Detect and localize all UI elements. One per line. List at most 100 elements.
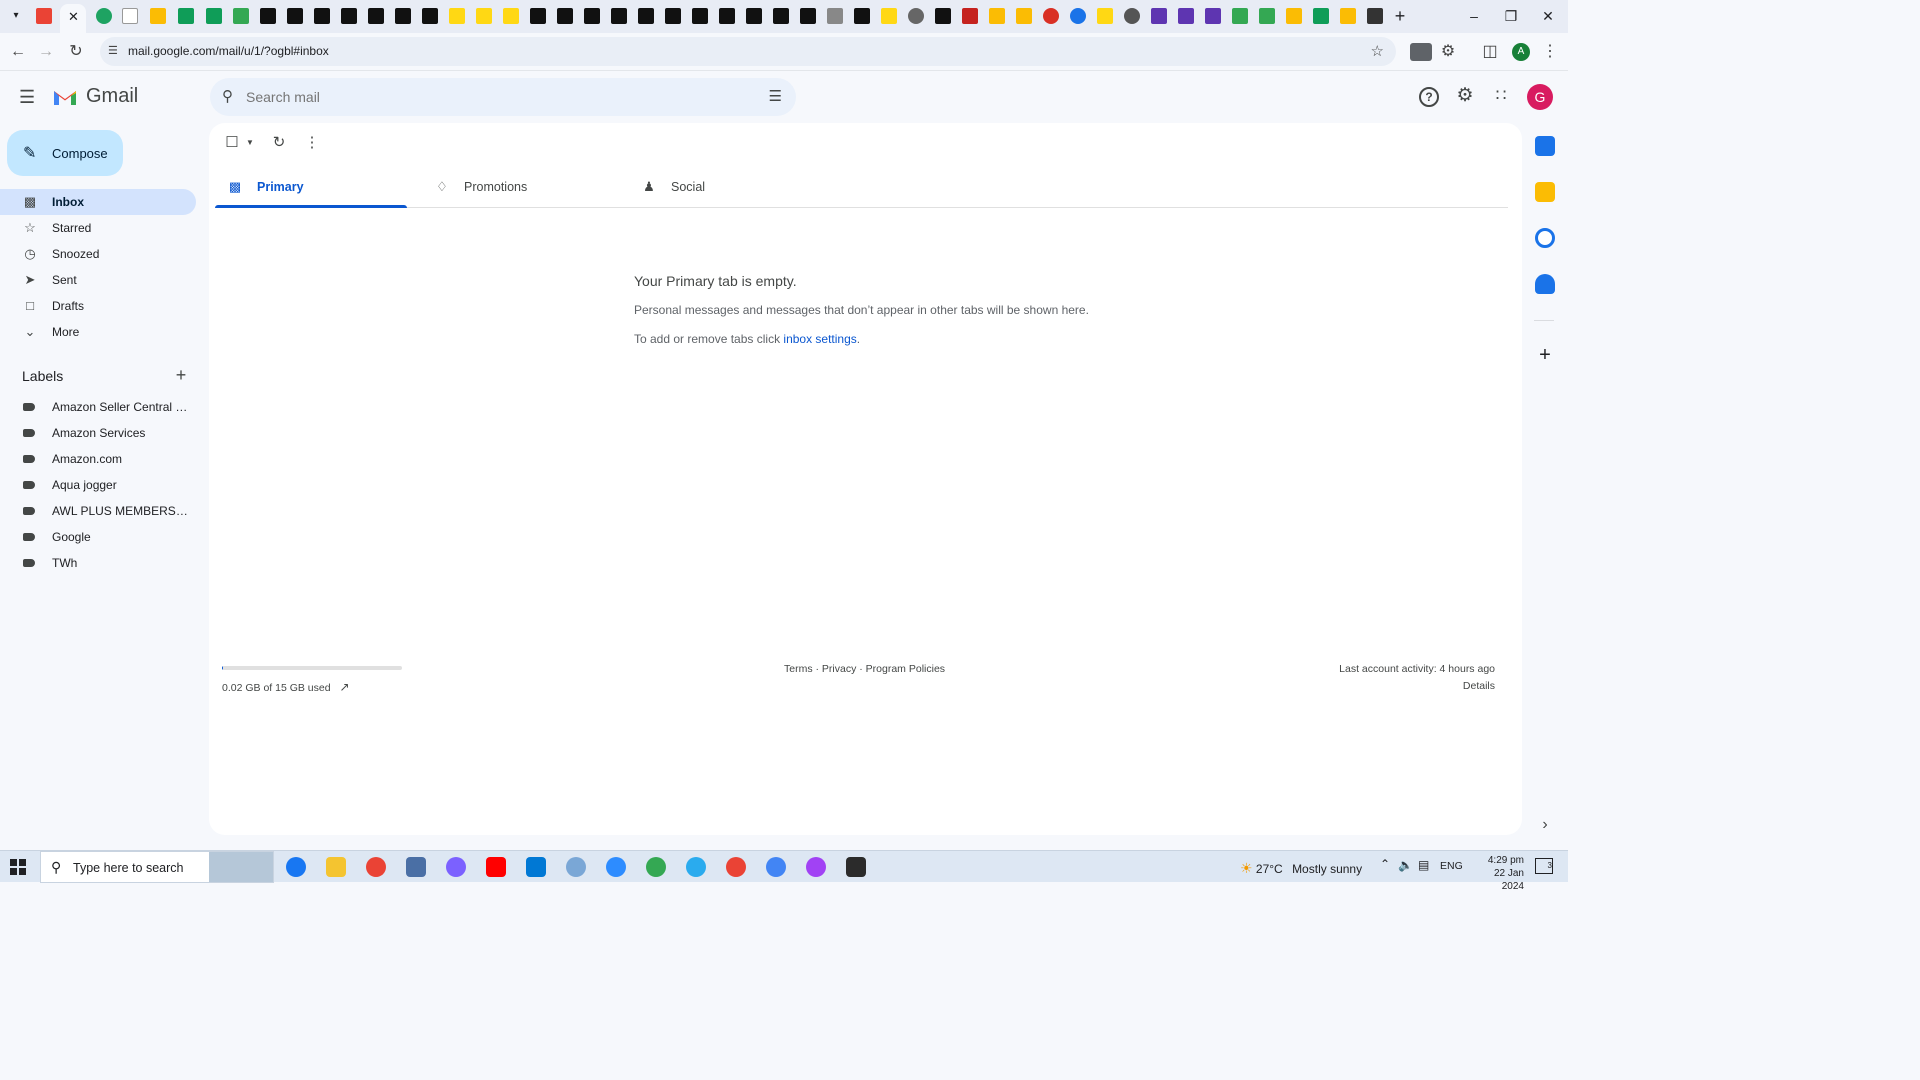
tab-icon[interactable] bbox=[962, 8, 978, 24]
tab-promotions[interactable]: ♢ Promotions bbox=[422, 167, 614, 209]
select-all-checkbox[interactable]: ☐ bbox=[222, 133, 242, 153]
facebook-app-icon[interactable] bbox=[286, 857, 306, 877]
search-bar[interactable]: ⚲ ☰ bbox=[210, 78, 796, 116]
tab-icon[interactable] bbox=[908, 8, 924, 24]
extension-icon[interactable] bbox=[1410, 43, 1432, 61]
amazon-tab-icon[interactable] bbox=[638, 8, 654, 24]
label-item[interactable]: Amazon Seller Central N... bbox=[0, 394, 196, 420]
amazon-tab-icon[interactable] bbox=[260, 8, 276, 24]
active-tab[interactable]: ✕ bbox=[60, 4, 86, 33]
side-panel-icon[interactable]: ◫ bbox=[1480, 42, 1500, 62]
amazon-tab-icon[interactable] bbox=[881, 8, 897, 24]
tab-icon[interactable] bbox=[827, 8, 843, 24]
amazon-tab-icon[interactable] bbox=[692, 8, 708, 24]
get-addons-icon[interactable]: + bbox=[1535, 344, 1555, 366]
compose-button[interactable]: ✎ Compose bbox=[7, 130, 123, 176]
calendar-icon[interactable] bbox=[1535, 136, 1555, 156]
open-external-icon[interactable]: ↗ bbox=[340, 680, 350, 694]
amazon-tab-icon[interactable] bbox=[1097, 8, 1113, 24]
create-label-icon[interactable]: + bbox=[172, 366, 190, 385]
sidebar-item-drafts[interactable]: □ Drafts bbox=[0, 293, 196, 319]
amazon-tab-icon[interactable] bbox=[287, 8, 303, 24]
details-link[interactable]: Details bbox=[1463, 680, 1495, 692]
amazon-tab-icon[interactable] bbox=[422, 8, 438, 24]
tab-icon[interactable] bbox=[1043, 8, 1059, 24]
sidebar-item-snoozed[interactable]: ◷ Snoozed bbox=[0, 241, 196, 267]
sticky-notes-icon[interactable] bbox=[846, 857, 866, 877]
chrome-app-icon[interactable] bbox=[766, 857, 786, 877]
amazon-tab-icon[interactable] bbox=[611, 8, 627, 24]
url-text[interactable]: mail.google.com/mail/u/1/?ogbl#inbox bbox=[128, 44, 329, 58]
window-close-icon[interactable]: ✕ bbox=[1538, 6, 1558, 26]
search-options-icon[interactable]: ☰ bbox=[769, 87, 782, 105]
tab-icon[interactable] bbox=[96, 8, 112, 24]
main-menu-icon[interactable]: ☰ bbox=[19, 87, 39, 107]
chrome-app-icon[interactable] bbox=[646, 857, 666, 877]
tab-icon[interactable] bbox=[1340, 8, 1356, 24]
back-icon[interactable]: ← bbox=[8, 42, 28, 62]
sidebar-item-sent[interactable]: ➤ Sent bbox=[0, 267, 196, 293]
calculator-app-icon[interactable] bbox=[406, 857, 426, 877]
forms-tab-icon[interactable] bbox=[1151, 8, 1167, 24]
tab-icon[interactable] bbox=[1286, 8, 1302, 24]
amazon-tab-icon[interactable] bbox=[746, 8, 762, 24]
drive-tab-icon[interactable] bbox=[150, 8, 166, 24]
taskbar-search[interactable]: ⚲ Type here to search bbox=[40, 851, 274, 883]
forms-tab-icon[interactable] bbox=[1205, 8, 1221, 24]
amazon-tab-icon[interactable] bbox=[665, 8, 681, 24]
search-input[interactable] bbox=[244, 88, 724, 106]
keep-icon[interactable] bbox=[1535, 182, 1555, 202]
address-bar[interactable]: ☰ mail.google.com/mail/u/1/?ogbl#inbox ☆ bbox=[100, 37, 1396, 66]
label-item[interactable]: AWL PLUS MEMBERSHIP bbox=[0, 498, 196, 524]
label-item[interactable]: Aqua jogger bbox=[0, 472, 196, 498]
site-info-icon[interactable]: ☰ bbox=[108, 44, 118, 57]
inbox-settings-link[interactable]: inbox settings bbox=[783, 332, 856, 346]
language-indicator[interactable]: ENG bbox=[1440, 860, 1463, 872]
tab-icon[interactable] bbox=[122, 8, 138, 24]
tab-icon[interactable] bbox=[1367, 8, 1383, 24]
footer-links[interactable]: Terms · Privacy · Program Policies bbox=[784, 663, 945, 675]
restore-icon[interactable]: ❐ bbox=[1501, 6, 1521, 26]
amazon-tab-icon[interactable] bbox=[503, 8, 519, 24]
tab-icon[interactable] bbox=[1124, 8, 1140, 24]
gmail-tab-icon[interactable] bbox=[36, 8, 52, 24]
chrome-app-icon[interactable] bbox=[366, 857, 386, 877]
chrome-app-icon[interactable] bbox=[806, 857, 826, 877]
zoom-app-icon[interactable] bbox=[606, 857, 626, 877]
select-dropdown-icon[interactable]: ▼ bbox=[240, 133, 260, 153]
show-side-panel-icon[interactable]: › bbox=[1537, 815, 1553, 835]
label-item[interactable]: Amazon Services bbox=[0, 420, 196, 446]
close-tab-icon[interactable]: ✕ bbox=[68, 9, 79, 25]
sidebar-item-starred[interactable]: ☆ Starred bbox=[0, 215, 196, 241]
app-icon[interactable] bbox=[446, 857, 466, 877]
contacts-icon[interactable] bbox=[1535, 274, 1555, 294]
account-avatar[interactable]: G bbox=[1527, 84, 1553, 110]
drive-tab-icon[interactable] bbox=[1259, 8, 1275, 24]
amazon-tab-icon[interactable] bbox=[368, 8, 384, 24]
forms-tab-icon[interactable] bbox=[1178, 8, 1194, 24]
tab-icon[interactable] bbox=[1070, 8, 1086, 24]
youtube-app-icon[interactable] bbox=[486, 857, 506, 877]
label-item[interactable]: Google bbox=[0, 524, 196, 550]
minimize-icon[interactable]: – bbox=[1464, 6, 1484, 26]
amazon-tab-icon[interactable] bbox=[719, 8, 735, 24]
network-icon[interactable]: ▤ bbox=[1418, 858, 1429, 872]
label-item[interactable]: Amazon.com bbox=[0, 446, 196, 472]
amazon-tab-icon[interactable] bbox=[476, 8, 492, 24]
file-explorer-icon[interactable] bbox=[326, 857, 346, 877]
sidebar-item-inbox[interactable]: ▩ Inbox bbox=[0, 189, 196, 215]
amazon-tab-icon[interactable] bbox=[341, 8, 357, 24]
tab-icon[interactable] bbox=[1016, 8, 1032, 24]
snipping-tool-icon[interactable] bbox=[566, 857, 586, 877]
amazon-tab-icon[interactable] bbox=[314, 8, 330, 24]
tab-search-menu-icon[interactable]: ▾ bbox=[8, 8, 24, 24]
refresh-icon[interactable]: ↻ bbox=[269, 133, 289, 153]
windows-start-icon[interactable] bbox=[10, 859, 26, 875]
tab-social[interactable]: ♟ Social bbox=[629, 167, 821, 209]
chrome-menu-icon[interactable]: ⋮ bbox=[1540, 42, 1560, 62]
gmail-logo-text[interactable]: Gmail bbox=[86, 85, 138, 108]
tab-icon[interactable] bbox=[989, 8, 1005, 24]
drive-tab-icon[interactable] bbox=[1232, 8, 1248, 24]
taskbar-clock[interactable]: 4:29 pm 22 Jan 2024 bbox=[1470, 854, 1524, 893]
forward-icon[interactable]: → bbox=[36, 42, 56, 62]
